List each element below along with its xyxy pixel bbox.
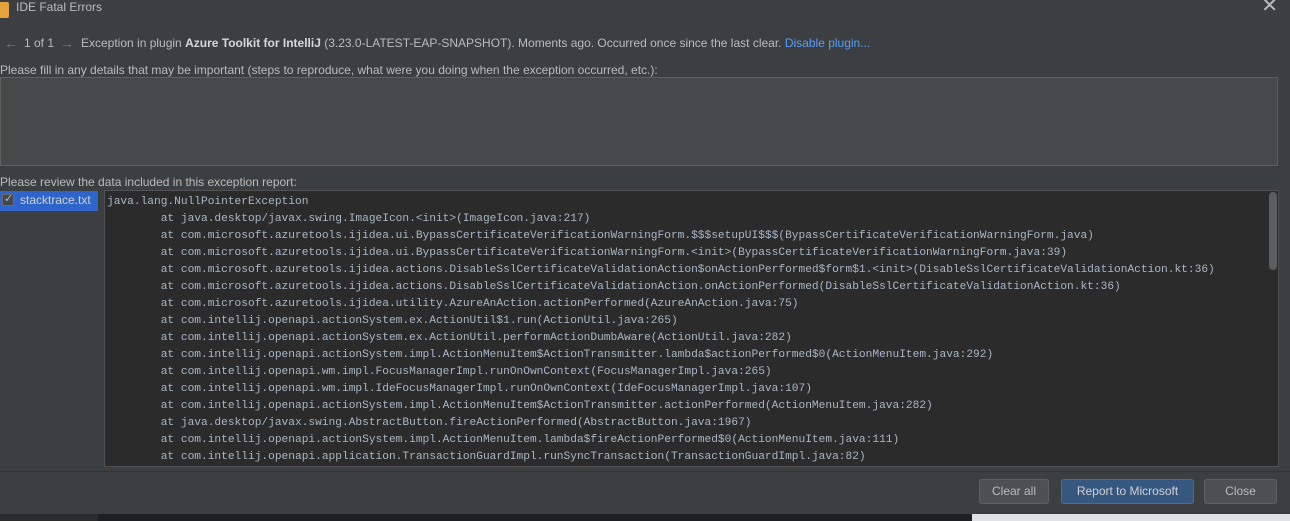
- report-to-microsoft-button[interactable]: Report to Microsoft: [1061, 479, 1194, 504]
- stacktrace-lines: java.lang.NullPointerException at java.d…: [107, 194, 1215, 466]
- stacktrace-line: at com.microsoft.azuretools.ijidea.ui.By…: [107, 247, 1068, 259]
- message-prefix: Exception in plugin: [81, 36, 186, 50]
- stacktrace-line: at com.intellij.openapi.wm.impl.FocusMan…: [107, 366, 772, 378]
- window-title: IDE Fatal Errors: [16, 0, 103, 14]
- close-button[interactable]: Close: [1204, 479, 1277, 504]
- stacktrace-line: at com.intellij.openapi.actionSystem.ex.…: [107, 315, 678, 327]
- arrow-left-icon[interactable]: ←: [4, 34, 18, 52]
- app-icon: [0, 2, 9, 18]
- stacktrace-line: at com.intellij.openapi.actionSystem.imp…: [107, 349, 994, 361]
- disable-plugin-link[interactable]: Disable plugin...: [785, 36, 870, 50]
- include-checkbox[interactable]: ✓: [2, 193, 14, 206]
- stacktrace-line: java.lang.NullPointerException: [107, 196, 309, 208]
- stacktrace-line: at com.intellij.openapi.actionSystem.imp…: [107, 400, 933, 412]
- exception-message: Exception in plugin Azure Toolkit for In…: [81, 34, 870, 52]
- stacktrace-line: at com.microsoft.azuretools.ijidea.ui.By…: [107, 230, 1094, 242]
- stacktrace-line: at com.microsoft.azuretools.ijidea.actio…: [107, 281, 1121, 293]
- attachment-filename: stacktrace.txt: [20, 193, 91, 207]
- error-counter: 1 of 1: [24, 36, 55, 50]
- stacktrace-line: at com.microsoft.azuretools.ijidea.utili…: [107, 298, 799, 310]
- attachment-list: ✓ stacktrace.txt: [0, 190, 98, 467]
- background-window-strip: [0, 514, 1290, 521]
- footer-divider: [0, 471, 1290, 472]
- title-bar: IDE Fatal Errors ✕: [0, 0, 1290, 22]
- arrow-right-icon[interactable]: →: [60, 34, 74, 52]
- stacktrace-viewer[interactable]: java.lang.NullPointerException at java.d…: [104, 190, 1279, 467]
- report-review-label: Please review the data included in this …: [0, 175, 297, 189]
- stacktrace-line: at com.intellij.openapi.application.Tran…: [107, 451, 866, 463]
- details-textarea[interactable]: [0, 77, 1278, 166]
- checkmark-icon: ✓: [4, 193, 14, 205]
- clear-all-button[interactable]: Clear all: [979, 479, 1049, 504]
- message-suffix: (3.23.0-LATEST-EAP-SNAPSHOT). Moments ag…: [320, 36, 785, 50]
- error-navigation: ← 1 of 1 → Exception in plugin Azure Too…: [0, 34, 1290, 52]
- details-label: Please fill in any details that may be i…: [0, 63, 658, 77]
- stacktrace-line: at java.desktop/javax.swing.AbstractButt…: [107, 417, 752, 429]
- attachment-item-stacktrace[interactable]: ✓ stacktrace.txt: [0, 191, 98, 211]
- background-panel: [98, 514, 972, 521]
- stacktrace-line: at com.intellij.openapi.actionSystem.ex.…: [107, 332, 792, 344]
- plugin-name: Azure Toolkit for IntelliJ: [185, 36, 321, 50]
- stacktrace-line: at java.desktop/javax.swing.ImageIcon.<i…: [107, 213, 591, 225]
- stacktrace-line: at com.intellij.openapi.actionSystem.imp…: [107, 434, 900, 446]
- close-icon[interactable]: ✕: [1261, 0, 1278, 16]
- stacktrace-line: at com.intellij.openapi.wm.impl.IdeFocus…: [107, 383, 812, 395]
- background-panel-light: [972, 514, 1290, 521]
- stacktrace-line: at com.microsoft.azuretools.ijidea.actio…: [107, 264, 1215, 276]
- stacktrace-scrollbar[interactable]: [1269, 192, 1277, 270]
